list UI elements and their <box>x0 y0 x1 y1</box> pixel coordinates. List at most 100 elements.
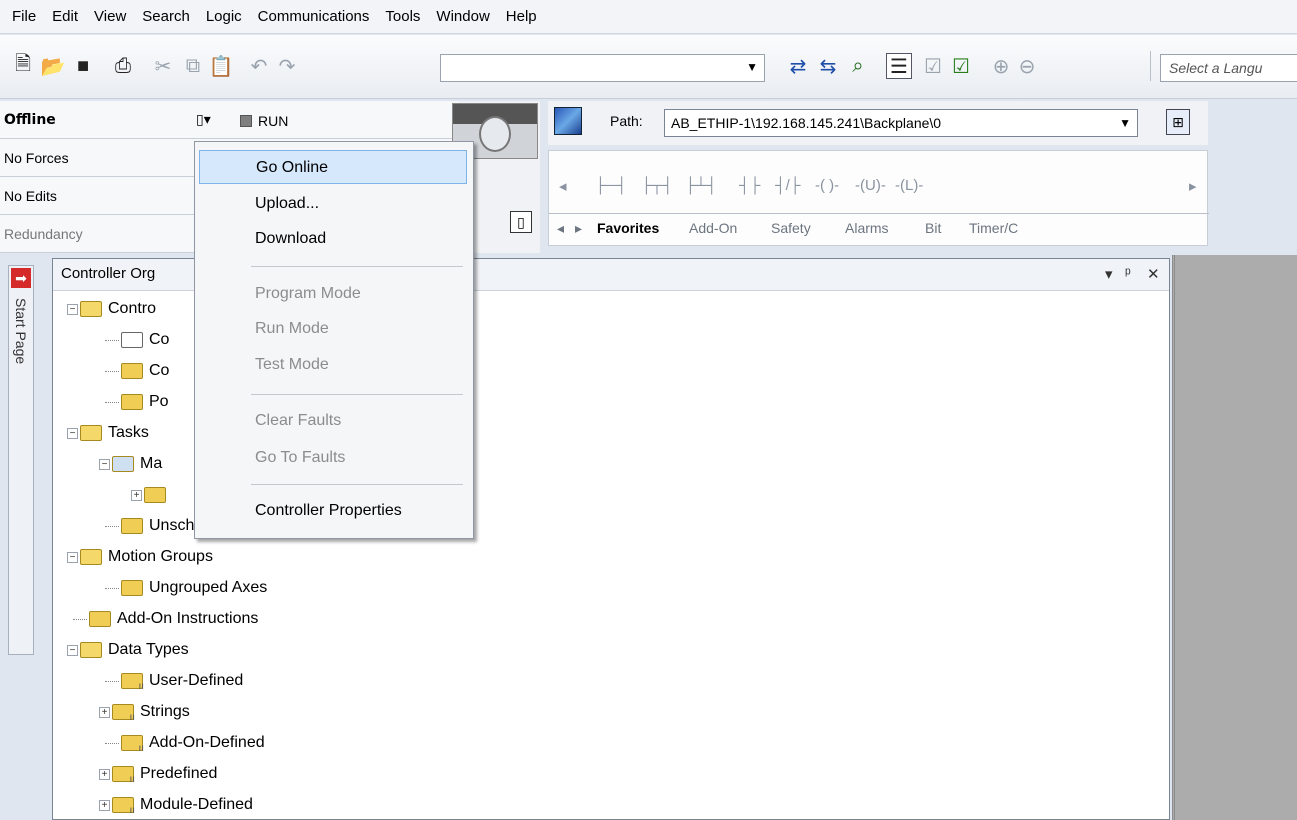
tab-favorites[interactable]: Favorites <box>597 220 659 236</box>
menu-edit[interactable]: Edit <box>44 4 86 30</box>
chevron-down-icon[interactable]: ▼ <box>746 60 758 74</box>
find-icon[interactable]: ⇄ <box>785 53 811 79</box>
tree-item-main-program[interactable]: + <box>131 481 172 509</box>
tab-scroll-right-icon[interactable]: ▸ <box>575 220 582 237</box>
tree-item-ungrouped-axes[interactable]: Ungrouped Axes <box>105 574 267 602</box>
menu-item-test-mode[interactable]: Test Mode <box>199 348 467 382</box>
tree-item-add-on-defined[interactable]: Add-On-Defined <box>105 729 265 757</box>
menu-file[interactable]: File <box>4 4 44 30</box>
menu-logic[interactable]: Logic <box>198 4 250 30</box>
new-icon[interactable]: 🗎 <box>10 53 36 79</box>
menu-item-download[interactable]: Download <box>199 222 467 256</box>
run-indicator: RUN <box>240 113 288 129</box>
tree-item-module-defined[interactable]: + Module-Defined <box>99 791 253 819</box>
tree-item-controller-tags[interactable]: Co <box>105 326 169 354</box>
tab-bit[interactable]: Bit <box>925 220 941 236</box>
search-combobox[interactable]: ▼ <box>440 54 765 82</box>
save-icon[interactable]: ■ <box>70 53 96 79</box>
tree-item-predefined[interactable]: + Predefined <box>99 760 217 788</box>
tab-timer[interactable]: Timer/C <box>969 220 1018 236</box>
menu-search[interactable]: Search <box>134 4 198 30</box>
menu-view[interactable]: View <box>86 4 134 30</box>
verify-routine-icon[interactable]: ☑ <box>920 53 946 79</box>
tree-item-power-up-handler[interactable]: Po <box>105 388 169 416</box>
organizer-icon[interactable]: ☰ <box>886 53 912 79</box>
tree-item-user-defined[interactable]: User-Defined <box>105 667 243 695</box>
cross-reference-icon[interactable]: ⌕ <box>845 53 871 79</box>
tree-item-add-on-instructions[interactable]: Add-On Instructions <box>73 605 258 633</box>
pin-icon[interactable]: ᵖ <box>1125 265 1131 282</box>
menu-window[interactable]: Window <box>428 4 497 30</box>
start-page-tab[interactable]: ➡ Start Page <box>8 265 34 655</box>
branch-level-icon[interactable]: ├┴┤ <box>685 177 717 194</box>
task-icon <box>112 456 134 472</box>
expand-icon[interactable]: + <box>99 799 110 811</box>
chevron-down-icon[interactable]: ▾ <box>1105 265 1113 283</box>
tree-item-tasks[interactable]: − Tasks <box>67 419 149 447</box>
network-browse-button[interactable]: ⊞ <box>1166 109 1190 135</box>
rung-icon[interactable]: ├─┤ <box>595 177 627 194</box>
tree-item-controller[interactable]: − Contro <box>67 295 156 323</box>
menu-item-go-online[interactable]: Go Online <box>199 150 467 184</box>
toolbar-separator <box>1150 51 1151 81</box>
menu-item-go-to-faults[interactable]: Go To Faults <box>199 441 467 475</box>
tree-item-motion-groups[interactable]: − Motion Groups <box>67 543 213 571</box>
language-selector[interactable]: Select a Langu <box>1160 54 1297 82</box>
network-path-icon[interactable] <box>554 107 582 135</box>
menu-item-upload[interactable]: Upload... <box>199 187 467 221</box>
find-next-icon[interactable]: ⇆ <box>815 53 841 79</box>
copy-icon[interactable]: ⧉ <box>180 53 206 79</box>
otl-icon[interactable]: -(L)- <box>895 177 923 194</box>
verify-controller-icon[interactable]: ☑ <box>948 53 974 79</box>
menu-item-controller-properties[interactable]: Controller Properties <box>199 494 467 528</box>
tab-alarms[interactable]: Alarms <box>845 220 889 236</box>
close-icon[interactable]: ✕ <box>1147 265 1160 283</box>
no-forces-label: No Forces <box>4 150 69 166</box>
tab-safety[interactable]: Safety <box>771 220 811 236</box>
menu-item-program-mode[interactable]: Program Mode <box>199 277 467 311</box>
redo-icon[interactable]: ↷ <box>274 53 300 79</box>
otu-icon[interactable]: -(U)- <box>855 177 886 194</box>
collapse-icon[interactable]: − <box>67 551 78 563</box>
tree-item-controller-fault-handler[interactable]: Co <box>105 357 169 385</box>
zoom-out-icon[interactable]: ⊖ <box>1014 53 1040 79</box>
menu-tools[interactable]: Tools <box>377 4 428 30</box>
toolbar: 🗎 📂 ■ ⎙ ✂ ⧉ 📋 ↶ ↷ ▼ ⇄ ⇆ ⌕ ☰ ☑ ☑ ⊕ ⊖ Sele… <box>0 35 1297 99</box>
collapse-icon[interactable]: − <box>67 644 78 656</box>
zoom-in-icon[interactable]: ⊕ <box>988 53 1014 79</box>
ote-icon[interactable]: -( )- <box>815 177 839 194</box>
open-icon[interactable]: 📂 <box>40 53 66 79</box>
expand-icon[interactable]: + <box>99 768 110 780</box>
print-icon[interactable]: ⎙ <box>110 53 136 79</box>
tree-item-strings[interactable]: + Strings <box>99 698 190 726</box>
menu-item-label: Clear Faults <box>255 412 342 429</box>
path-combobox[interactable]: AB_ETHIP-1\192.168.145.241\Backplane\0 ▼ <box>664 109 1138 137</box>
tree-item-main-task[interactable]: − Ma <box>99 450 162 478</box>
menu-communications[interactable]: Communications <box>250 4 378 30</box>
folder-open-icon <box>80 549 102 565</box>
xio-icon[interactable]: ┤/├ <box>775 177 800 194</box>
scroll-right-icon[interactable]: ▸ <box>1189 177 1197 195</box>
tree-line <box>105 587 119 589</box>
branch-icon[interactable]: ├┬┤ <box>641 177 673 194</box>
paste-icon[interactable]: 📋 <box>208 53 234 79</box>
mode-dropdown-icon[interactable]: ▯▾ <box>196 111 211 128</box>
collapse-icon[interactable]: − <box>67 303 78 315</box>
expand-icon[interactable]: + <box>131 489 142 501</box>
chevron-down-icon[interactable]: ▼ <box>1119 110 1131 136</box>
status-offline[interactable]: Offline <box>0 101 458 139</box>
cut-icon[interactable]: ✂ <box>150 53 176 79</box>
expand-icon[interactable]: + <box>99 706 110 718</box>
menu-help[interactable]: Help <box>498 4 545 30</box>
menu-item-run-mode[interactable]: Run Mode <box>199 312 467 346</box>
collapse-icon[interactable]: − <box>67 427 78 439</box>
menu-item-clear-faults[interactable]: Clear Faults <box>199 404 467 438</box>
controller-key-button[interactable]: ▯ <box>510 211 532 233</box>
tab-scroll-left-icon[interactable]: ◂ <box>557 220 564 237</box>
scroll-left-icon[interactable]: ◂ <box>559 177 567 195</box>
collapse-icon[interactable]: − <box>99 458 110 470</box>
undo-icon[interactable]: ↶ <box>246 53 272 79</box>
tree-item-data-types[interactable]: − Data Types <box>67 636 189 664</box>
xic-icon[interactable]: ┤├ <box>739 177 760 194</box>
tab-add-on[interactable]: Add-On <box>689 220 737 236</box>
